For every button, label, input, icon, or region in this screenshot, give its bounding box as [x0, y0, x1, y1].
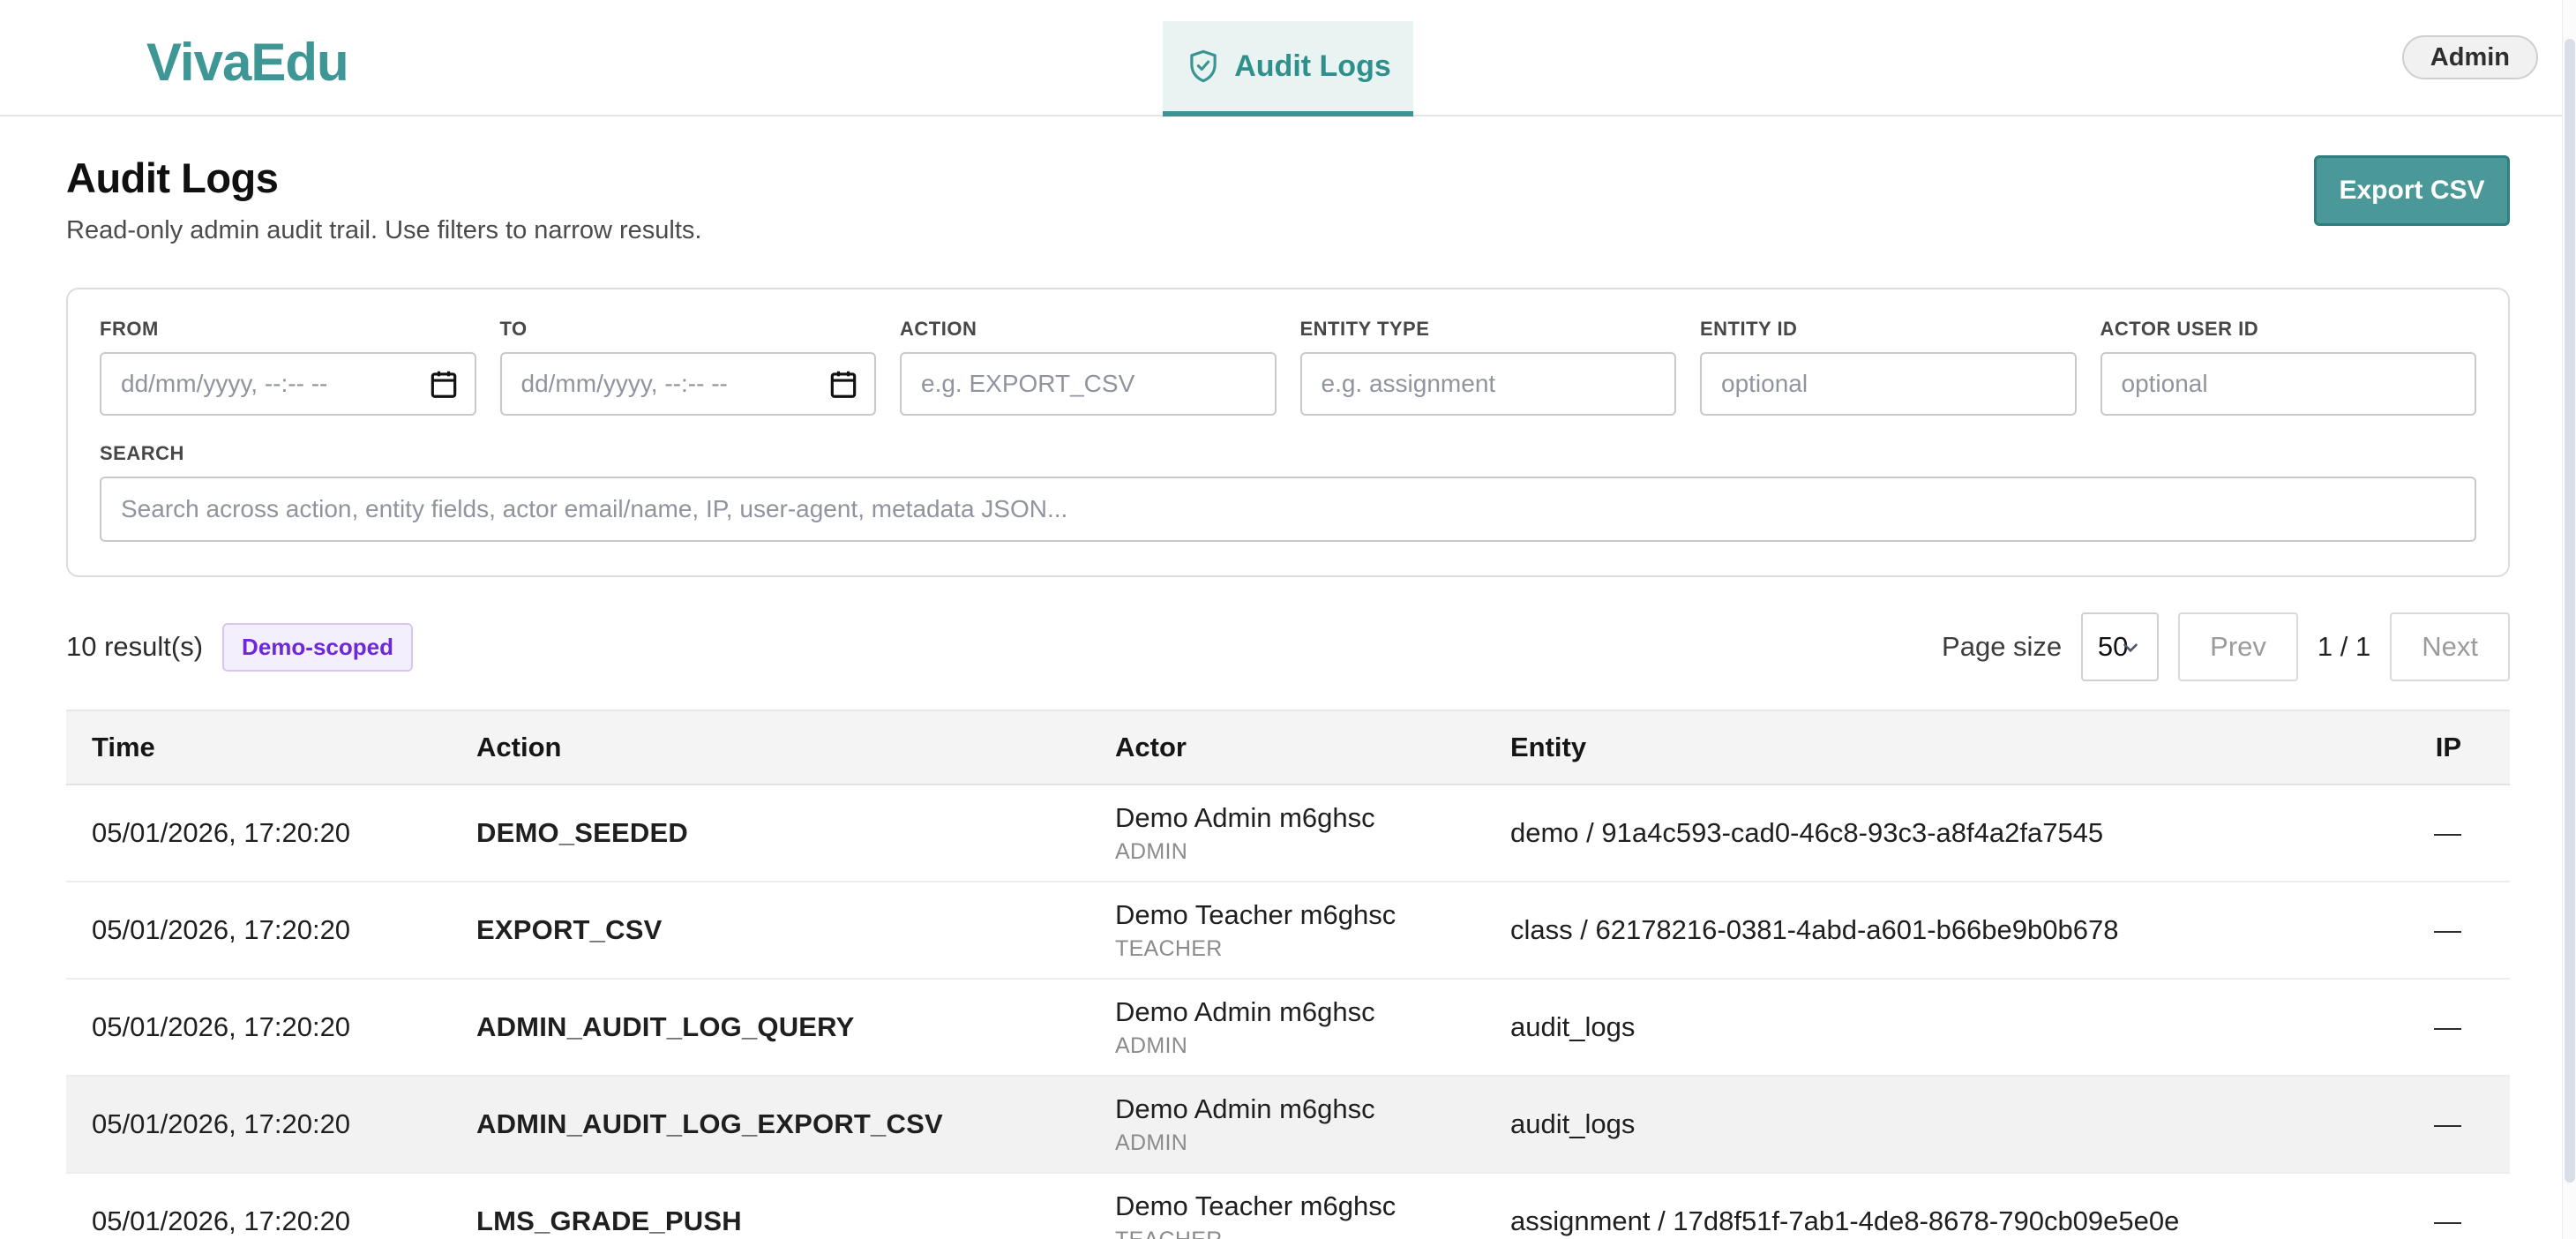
table-header-row: Time Action Actor Entity IP: [66, 710, 2510, 785]
actor-cell: Demo Teacher m6ghsc TEACHER: [1090, 1173, 1485, 1239]
action-cell: LMS_GRADE_PUSH: [451, 1173, 1090, 1239]
search-label: SEARCH: [100, 442, 2476, 465]
column-header-time: Time: [66, 710, 451, 785]
shield-check-icon: [1185, 48, 1222, 85]
column-header-entity: Entity: [1485, 710, 2392, 785]
export-csv-button[interactable]: Export CSV: [2314, 155, 2510, 226]
filter-field-entity-type: ENTITY TYPE: [1300, 318, 1677, 416]
filter-field-to: TO: [500, 318, 877, 416]
actor-cell: Demo Admin m6ghsc ADMIN: [1090, 785, 1485, 882]
ip-cell: —: [2392, 1173, 2510, 1239]
chevron-down-icon: [2119, 635, 2142, 666]
from-label: FROM: [100, 318, 476, 341]
page-indicator: 1 / 1: [2318, 631, 2370, 663]
column-header-actor: Actor: [1090, 710, 1485, 785]
page-subtitle: Read-only admin audit trail. Use filters…: [66, 216, 701, 245]
actor-role: TEACHER: [1115, 1228, 1485, 1239]
actor-role: ADMIN: [1115, 1130, 1485, 1156]
title-row: Audit Logs Read-only admin audit trail. …: [66, 154, 2510, 245]
actor-user-id-input[interactable]: [2100, 352, 2477, 416]
filter-field-actor-user-id: ACTOR USER ID: [2100, 318, 2477, 416]
ip-cell: —: [2392, 979, 2510, 1076]
filter-panel: FROM TO: [66, 288, 2510, 577]
entity-id-label: ENTITY ID: [1700, 318, 2077, 341]
entity-cell: demo / 91a4c593-cad0-46c8-93c3-a8f4a2fa7…: [1485, 785, 2392, 882]
results-count: 10 result(s): [66, 631, 203, 663]
role-badge: Admin: [2402, 35, 2538, 79]
audit-log-table: Time Action Actor Entity IP 05/01/2026, …: [66, 710, 2510, 1239]
filter-field-entity-id: ENTITY ID: [1700, 318, 2077, 416]
from-datetime-input[interactable]: [100, 352, 476, 416]
ip-cell: —: [2392, 1076, 2510, 1173]
actor-role: ADMIN: [1115, 1033, 1485, 1059]
page-title: Audit Logs: [66, 154, 701, 202]
actor-name: Demo Teacher m6ghsc: [1115, 898, 1485, 931]
entity-id-input[interactable]: [1700, 352, 2077, 416]
time-cell: 05/01/2026, 17:20:20: [66, 785, 451, 882]
actor-cell: Demo Admin m6ghsc ADMIN: [1090, 1076, 1485, 1173]
filter-field-action: ACTION: [900, 318, 1277, 416]
brand-logo: VivaEdu: [146, 32, 348, 93]
time-cell: 05/01/2026, 17:20:20: [66, 979, 451, 1076]
to-datetime-input[interactable]: [500, 352, 877, 416]
action-label: ACTION: [900, 318, 1277, 341]
table-row: 05/01/2026, 17:20:20 DEMO_SEEDED Demo Ad…: [66, 785, 2510, 882]
search-input[interactable]: [100, 477, 2476, 542]
entity-cell: audit_logs: [1485, 979, 2392, 1076]
action-cell: ADMIN_AUDIT_LOG_EXPORT_CSV: [451, 1076, 1090, 1173]
page-size-select[interactable]: 50: [2081, 612, 2159, 681]
time-cell: 05/01/2026, 17:20:20: [66, 1076, 451, 1173]
column-header-action: Action: [451, 710, 1090, 785]
actor-cell: Demo Teacher m6ghsc TEACHER: [1090, 882, 1485, 979]
actor-name: Demo Admin m6ghsc: [1115, 995, 1485, 1028]
top-nav: VivaEdu Audit Logs Admin: [0, 0, 2576, 116]
ip-cell: —: [2392, 785, 2510, 882]
filter-field-search: SEARCH: [100, 442, 2476, 542]
entity-cell: assignment / 17d8f51f-7ab1-4de8-8678-790…: [1485, 1173, 2392, 1239]
page-size-label: Page size: [1942, 631, 2062, 663]
time-cell: 05/01/2026, 17:20:20: [66, 1173, 451, 1239]
vertical-scrollbar[interactable]: [2562, 0, 2576, 1239]
next-page-button[interactable]: Next: [2390, 612, 2510, 681]
column-header-ip: IP: [2392, 710, 2510, 785]
action-input[interactable]: [900, 352, 1277, 416]
tab-audit-logs-label: Audit Logs: [1234, 49, 1391, 84]
entity-type-input[interactable]: [1300, 352, 1677, 416]
actor-name: Demo Admin m6ghsc: [1115, 801, 1485, 834]
table-row: 05/01/2026, 17:20:20 LMS_GRADE_PUSH Demo…: [66, 1173, 2510, 1239]
action-cell: ADMIN_AUDIT_LOG_QUERY: [451, 979, 1090, 1076]
demo-scoped-badge: Demo-scoped: [222, 623, 413, 672]
entity-cell: class / 62178216-0381-4abd-a601-b66be9b0…: [1485, 882, 2392, 979]
ip-cell: —: [2392, 882, 2510, 979]
results-bar: 10 result(s) Demo-scoped Page size 50 Pr…: [66, 612, 2510, 681]
table-row: 05/01/2026, 17:20:20 EXPORT_CSV Demo Tea…: [66, 882, 2510, 979]
action-cell: EXPORT_CSV: [451, 882, 1090, 979]
entity-cell: audit_logs: [1485, 1076, 2392, 1173]
action-cell: DEMO_SEEDED: [451, 785, 1090, 882]
actor-role: ADMIN: [1115, 839, 1485, 865]
entity-type-label: ENTITY TYPE: [1300, 318, 1677, 341]
actor-user-id-label: ACTOR USER ID: [2100, 318, 2477, 341]
table-row: 05/01/2026, 17:20:20 ADMIN_AUDIT_LOG_QUE…: [66, 979, 2510, 1076]
actor-cell: Demo Admin m6ghsc ADMIN: [1090, 979, 1485, 1076]
time-cell: 05/01/2026, 17:20:20: [66, 882, 451, 979]
actor-role: TEACHER: [1115, 936, 1485, 962]
actor-name: Demo Teacher m6ghsc: [1115, 1190, 1485, 1222]
prev-page-button[interactable]: Prev: [2178, 612, 2298, 681]
to-label: TO: [500, 318, 877, 341]
table-row-highlighted: 05/01/2026, 17:20:20 ADMIN_AUDIT_LOG_EXP…: [66, 1076, 2510, 1173]
filter-field-from: FROM: [100, 318, 476, 416]
tab-audit-logs[interactable]: Audit Logs: [1163, 21, 1413, 116]
scrollbar-thumb[interactable]: [2565, 39, 2575, 1183]
actor-name: Demo Admin m6ghsc: [1115, 1093, 1485, 1125]
